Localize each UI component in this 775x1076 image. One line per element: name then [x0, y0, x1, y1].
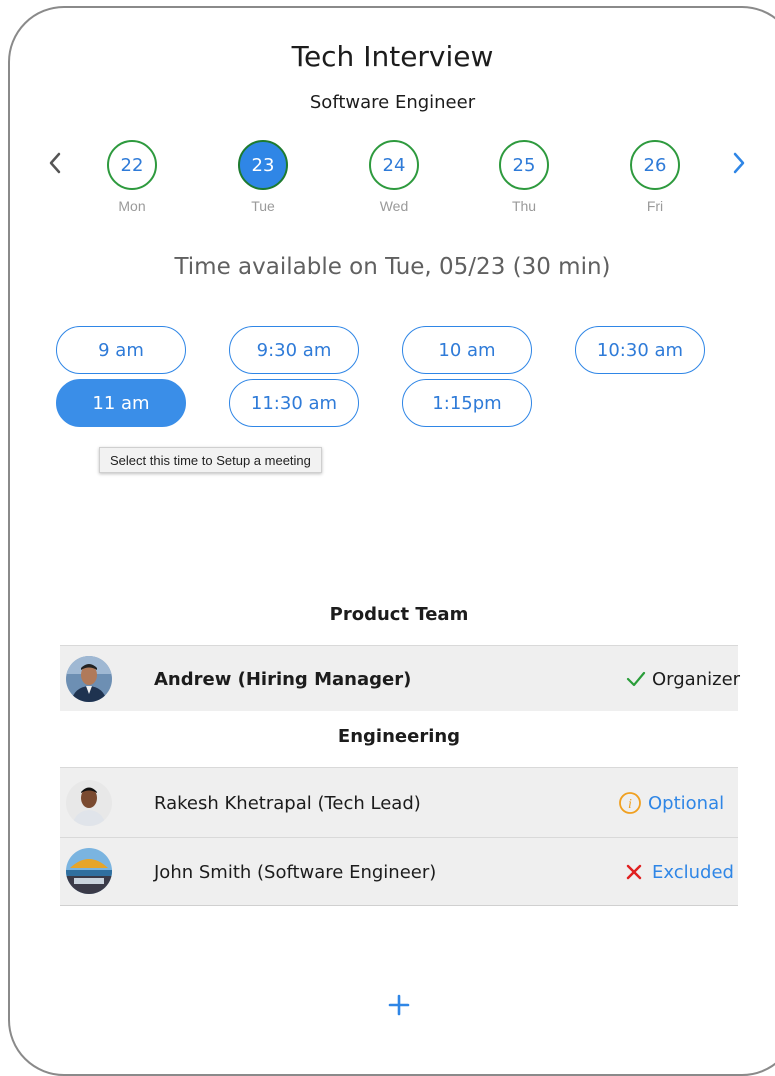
availability-heading: Time available on Tue, 05/23 (30 min) [174, 254, 611, 280]
day-number[interactable]: 24 [369, 140, 419, 190]
avatar [66, 656, 112, 702]
tooltip: Select this time to Setup a meeting [99, 447, 322, 473]
team-heading-engineering: Engineering [337, 726, 461, 747]
add-participant-button[interactable] [384, 990, 414, 1020]
day-number[interactable]: 22 [107, 140, 157, 190]
day-wed[interactable]: 24 Wed [366, 140, 422, 214]
participant-row[interactable]: Rakesh Khetrapal (Tech Lead) i Optional [60, 767, 738, 837]
chevron-left-icon [49, 152, 61, 174]
participant-name: Rakesh Khetrapal (Tech Lead) [154, 792, 421, 814]
status-label: Optional [648, 792, 725, 814]
plus-icon [388, 994, 410, 1016]
team-heading-product: Product Team [329, 604, 469, 625]
day-mon[interactable]: 22 Mon [104, 140, 160, 214]
day-name: Fri [646, 198, 664, 214]
chevron-right-icon [733, 152, 745, 174]
participant-name: John Smith (Software Engineer) [154, 861, 437, 883]
day-name: Mon [118, 198, 146, 214]
list-divider [60, 905, 738, 906]
day-name: Wed [379, 198, 409, 214]
time-slot-button[interactable]: 9 am [56, 326, 186, 374]
status-label: Organizer [652, 668, 741, 690]
day-number[interactable]: 25 [499, 140, 549, 190]
svg-text:i: i [628, 797, 632, 812]
time-slot-button[interactable]: 9:30 am [229, 326, 359, 374]
time-slot-button-selected[interactable]: 11 am [56, 379, 186, 427]
participant-status[interactable]: i Optional [618, 768, 724, 838]
day-thu[interactable]: 25 Thu [496, 140, 552, 214]
time-slot-button[interactable]: 10:30 am [575, 326, 705, 374]
participant-row[interactable]: Andrew (Hiring Manager) Organizer [60, 645, 740, 712]
info-icon: i [618, 791, 642, 815]
status-label: Excluded [652, 861, 734, 883]
participant-row[interactable]: John Smith (Software Engineer) Excluded [60, 837, 738, 905]
time-slot-button[interactable]: 11:30 am [229, 379, 359, 427]
day-number[interactable]: 26 [630, 140, 680, 190]
day-fri[interactable]: 26 Fri [627, 140, 683, 214]
day-name: Tue [251, 198, 275, 214]
day-tue[interactable]: 23 Tue [235, 140, 291, 214]
day-name: Thu [511, 198, 537, 214]
participant-status[interactable]: Organizer [626, 646, 740, 712]
time-slot-button[interactable]: 1:15pm [402, 379, 532, 427]
page-subtitle: Software Engineer [309, 92, 476, 113]
participant-name: Andrew (Hiring Manager) [154, 668, 412, 690]
time-slot-button[interactable]: 10 am [402, 326, 532, 374]
participant-status[interactable]: Excluded [626, 838, 734, 906]
page-title: Tech Interview [291, 40, 494, 73]
next-week-button[interactable] [724, 148, 754, 178]
avatar [66, 780, 112, 826]
check-icon [626, 671, 646, 687]
previous-week-button[interactable] [40, 148, 70, 178]
avatar [66, 848, 112, 894]
day-number[interactable]: 23 [238, 140, 288, 190]
x-icon [626, 864, 642, 880]
